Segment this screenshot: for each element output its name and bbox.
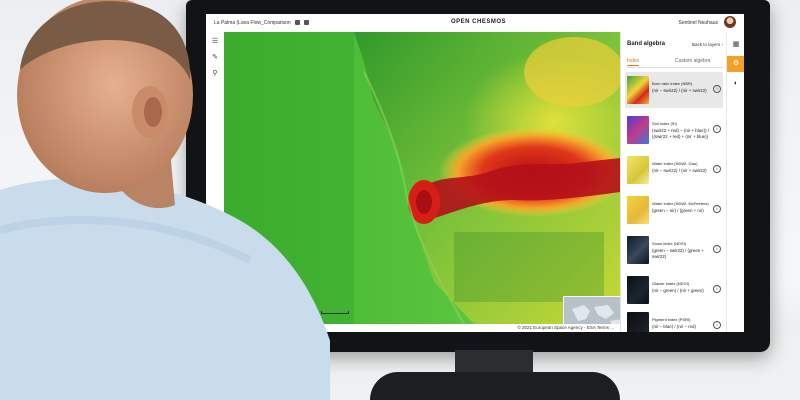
- left-toolbar: ☰ ✎ ⚲: [206, 32, 225, 332]
- index-item-ndwi-gao[interactable]: Water index (NDWI, Gao) (nir − swir22) /…: [625, 152, 723, 188]
- tab-index[interactable]: Index: [627, 58, 640, 66]
- save-icon[interactable]: [295, 20, 301, 25]
- info-icon[interactable]: i: [713, 125, 721, 133]
- share-icon[interactable]: [304, 20, 310, 25]
- index-item-ndwi-mcfeeters[interactable]: Water index (NDWI, McFeeters) (green − n…: [625, 192, 723, 228]
- index-thumbnail: [627, 156, 649, 184]
- coordinate-readout: 32°52'46", 17.88840: [228, 310, 269, 315]
- user-name[interactable]: Sentinel Neuhaus: [679, 20, 718, 26]
- info-icon[interactable]: i: [713, 321, 721, 329]
- info-icon[interactable]: i: [713, 165, 721, 173]
- zoom-controls: + − ⛶ ◎: [233, 227, 243, 275]
- index-thumbnail: [627, 76, 649, 104]
- avatar[interactable]: [724, 16, 736, 28]
- index-thumbnail: [627, 236, 649, 264]
- filter-icon[interactable]: ⚲: [211, 70, 219, 78]
- zoom-in-button[interactable]: +: [234, 228, 242, 239]
- project-title[interactable]: La Palma (Lava Flow_Comparison: [214, 20, 310, 26]
- layers-icon[interactable]: ▦: [732, 41, 740, 49]
- index-item-ndsi[interactable]: Snow index (NDSI) (green − swir22) / (gr…: [625, 232, 723, 268]
- map-view[interactable]: [224, 32, 620, 324]
- minimap[interactable]: [563, 296, 620, 324]
- monitor-stand-base: [370, 372, 620, 400]
- satellite-nbr-image: [224, 32, 620, 324]
- index-item-nbr[interactable]: Burn ratio index (NBR) (nir − swir22) / …: [625, 72, 723, 108]
- right-toolbar: ▦ ⚙ ◐: [726, 32, 744, 332]
- map-footer: © 2021 European Space Agency - ESA Terms…: [206, 324, 620, 332]
- info-icon[interactable]: i: [713, 245, 721, 253]
- panel-title: Band algebra: [627, 41, 666, 47]
- index-item-si[interactable]: Soil index (SI) (swir22 + red) − (nir + …: [625, 112, 723, 148]
- index-thumbnail: [627, 196, 649, 224]
- index-item-ndgi[interactable]: Glacier index (NDGI) (nir − green) / (ni…: [625, 272, 723, 308]
- info-icon[interactable]: i: [713, 85, 721, 93]
- pin-icon[interactable]: ✎: [211, 54, 219, 62]
- attribution[interactable]: © 2021 European Space Agency - ESA Terms…: [517, 325, 614, 330]
- panel-tabs: Index Custom algebra: [627, 58, 723, 68]
- info-icon[interactable]: i: [713, 285, 721, 293]
- app-screen: La Palma (Lava Flow_Comparison OPEN CHES…: [206, 14, 744, 332]
- band-algebra-panel: Band algebra Back to layers › Index Cust…: [620, 32, 727, 332]
- index-thumbnail: [627, 276, 649, 304]
- index-item-psri[interactable]: Pigment index (PSRI) (nir − blue) / (nir…: [625, 308, 723, 332]
- top-bar: La Palma (Lava Flow_Comparison OPEN CHES…: [206, 14, 744, 33]
- zoom-out-button[interactable]: −: [234, 239, 242, 250]
- tab-custom-algebra[interactable]: Custom algebra: [675, 58, 710, 64]
- index-thumbnail: [627, 312, 649, 332]
- fullscreen-icon[interactable]: ⛶: [234, 250, 242, 261]
- back-to-layers-link[interactable]: Back to layers ›: [692, 42, 723, 47]
- brand-logo: OPEN CHESMOS: [451, 19, 507, 25]
- band-algebra-icon[interactable]: ⚙: [727, 56, 744, 72]
- chevron-right-icon: ›: [721, 42, 724, 47]
- layers-icon[interactable]: ☰: [211, 38, 219, 46]
- scale-bar: 0.5 km: [304, 310, 349, 315]
- contrast-icon[interactable]: ◐: [732, 80, 740, 88]
- locate-icon[interactable]: ◎: [234, 261, 242, 272]
- index-thumbnail: [627, 116, 649, 144]
- info-icon[interactable]: i: [713, 205, 721, 213]
